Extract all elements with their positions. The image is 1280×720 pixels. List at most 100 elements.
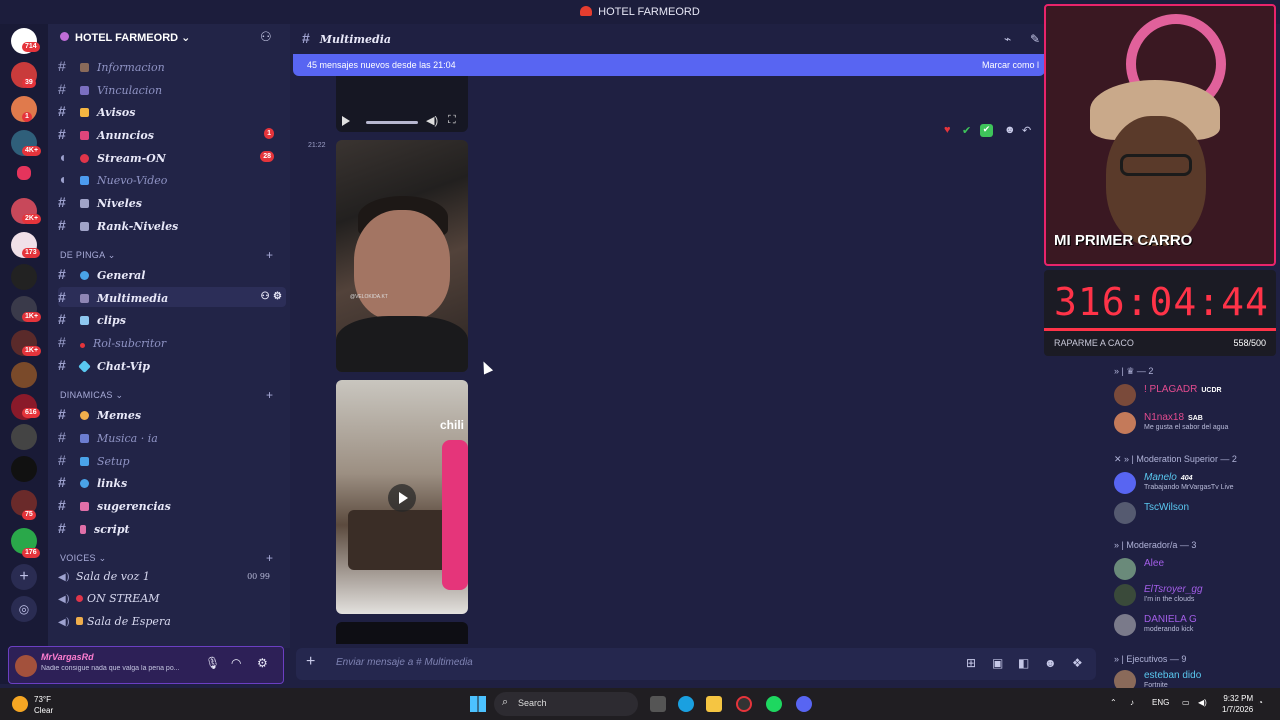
voice-channel-sala-de-voz-1[interactable]: ◀) Sala de voz 1 00 99 — [58, 567, 286, 587]
member-item[interactable]: N1nax18 SAB Me gusta el sabor del agua — [1114, 410, 1274, 438]
server-icon[interactable] — [11, 264, 37, 290]
channel-rank-niveles[interactable]: # Rank-Niveles — [58, 215, 286, 235]
notification-bell-icon[interactable]: ◔ — [1258, 698, 1263, 707]
member-item[interactable]: TscWilson — [1114, 500, 1274, 528]
server-icon[interactable] — [11, 424, 37, 450]
add-reaction-icon[interactable]: ☻ — [1004, 124, 1017, 137]
heart-reaction-icon[interactable]: ♥ — [944, 124, 957, 137]
server-icon[interactable] — [17, 166, 31, 180]
threads-icon[interactable]: ⌁ — [1004, 32, 1011, 46]
mark-as-read-button[interactable]: Marcar como l — [982, 54, 1039, 76]
video-thumbnail[interactable]: chili — [336, 380, 468, 614]
video-attachment[interactable]: ◀) ⛶ — [336, 76, 468, 132]
check-reaction-icon[interactable]: ✔ — [962, 124, 975, 137]
diamond-icon — [78, 360, 91, 373]
new-messages-bar[interactable]: 45 mensajes nuevos desde las 21:04 Marca… — [293, 54, 1045, 76]
channel-anuncios[interactable]: # Anuncios 1 — [58, 124, 286, 144]
channel-niveles[interactable]: # Niveles — [58, 192, 286, 212]
weather-widget[interactable]: 73°F Clear — [34, 694, 53, 716]
new-messages-text: 45 mensajes nuevos desde las 21:04 — [307, 60, 456, 70]
gift-icon[interactable]: ⊞ — [966, 656, 976, 670]
fullscreen-icon[interactable]: ⛶ — [448, 114, 456, 127]
member-item[interactable]: ElTsroyer_gg I'm in the clouds — [1114, 582, 1274, 610]
apps-icon[interactable]: ❖ — [1072, 656, 1083, 670]
server-list: 714 39 1 4K+ 2K+ 173 1K+ 1K+ 616 75 176 … — [0, 24, 48, 684]
server-icon[interactable] — [11, 362, 37, 388]
language-indicator[interactable]: ENG — [1152, 698, 1169, 707]
message-composer[interactable]: + Enviar mensaje a # Multimedia ⊞ ▣ ◧ ☻ … — [296, 648, 1096, 680]
channel-vinculacion[interactable]: # Vinculacion — [58, 79, 286, 99]
headphones-icon[interactable]: ◠ — [231, 656, 241, 670]
play-button-icon[interactable] — [388, 484, 416, 512]
channel-memes[interactable]: # Memes — [58, 404, 286, 424]
video-thumbnail[interactable] — [336, 622, 468, 644]
windows-start-icon[interactable] — [470, 696, 486, 712]
sticker-icon[interactable]: ◧ — [1018, 656, 1029, 670]
weather-sun-icon[interactable] — [12, 696, 28, 712]
member-item[interactable]: Alee — [1114, 556, 1274, 584]
add-channel-icon[interactable]: + — [266, 551, 273, 565]
guild-name-button[interactable]: HOTEL FARMEORD ⌄ — [60, 31, 190, 44]
taskbar-search[interactable]: ⌕ Search — [494, 692, 638, 716]
channel-multimedia[interactable]: # Multimedia ⚇ ⚙ — [58, 287, 286, 307]
server-icon[interactable] — [11, 456, 37, 482]
channel-rol-subcritor[interactable]: # Rol-subcritor — [58, 332, 286, 352]
channel-settings-icon[interactable]: ⚇ ⚙ — [261, 287, 282, 307]
category-voices[interactable]: VOICES ⌄ + — [60, 551, 273, 565]
channel-setup[interactable]: # Setup — [58, 450, 286, 470]
member-item[interactable]: Manelo 404 Trabajando MrVargasTv Live — [1114, 470, 1274, 498]
reply-icon[interactable]: ↶ — [1022, 124, 1035, 137]
channel-nuevo-video[interactable]: ◖ Nuevo-Video — [58, 169, 286, 189]
add-server-icon[interactable]: + — [11, 564, 37, 590]
member-item[interactable]: ! PLAGADR UCDR — [1114, 382, 1274, 410]
user-panel: MrVargasRd Nadie consigue nada que valga… — [8, 646, 284, 684]
task-view-icon[interactable] — [650, 696, 666, 712]
invite-user-icon[interactable]: ⚇ — [260, 29, 272, 45]
channel-avisos[interactable]: # Avisos — [58, 101, 286, 121]
tray-chevron-icon[interactable]: ⌃ — [1110, 698, 1117, 707]
tray-mic-icon[interactable]: ♪ — [1130, 698, 1134, 707]
channel-script[interactable]: # script — [58, 518, 286, 538]
settings-gear-icon[interactable]: ⚙ — [257, 656, 268, 670]
channel-general[interactable]: # General — [58, 264, 286, 284]
system-clock[interactable]: 9:32 PM 1/7/2026 — [1222, 693, 1253, 715]
add-channel-icon[interactable]: + — [266, 388, 273, 402]
message-input[interactable]: Enviar mensaje a # Multimedia — [336, 657, 473, 668]
discord-icon[interactable] — [796, 696, 812, 712]
category-de-pinga[interactable]: DE PINGA ⌄ + — [60, 248, 273, 262]
avatar[interactable] — [15, 655, 37, 677]
channel-sugerencias[interactable]: # sugerencias — [58, 495, 286, 515]
member-item[interactable]: DANIELA G moderando kick — [1114, 612, 1274, 640]
checkbox-reaction-icon[interactable]: ✔ — [980, 124, 993, 137]
voice-channel-label: Sala de Espera — [87, 615, 171, 628]
emoji-icon[interactable]: ☻ — [1044, 656, 1057, 670]
volume-icon[interactable]: ◀) — [426, 114, 438, 127]
pin-icon[interactable]: ✎ — [1030, 32, 1040, 46]
voice-channel-sala-de-espera[interactable]: ◀) Sala de Espera — [58, 612, 286, 632]
channel-musica-ia[interactable]: # Musica · ia — [58, 427, 286, 447]
add-channel-icon[interactable]: + — [266, 248, 273, 262]
attach-plus-icon[interactable]: + — [306, 653, 315, 671]
voice-channel-on-stream[interactable]: ◀) ON STREAM — [58, 589, 286, 609]
channel-clips[interactable]: # clips — [58, 309, 286, 329]
channel-chat-vip[interactable]: # Chat-Vip — [58, 355, 286, 375]
member-name: esteban dido — [1144, 670, 1201, 681]
discover-icon[interactable]: ◎ — [11, 596, 37, 622]
channel-label: clips — [97, 314, 126, 327]
channel-links[interactable]: # links — [58, 472, 286, 492]
channel-informacion[interactable]: # Informacion — [58, 56, 286, 76]
obs-icon[interactable] — [736, 696, 752, 712]
volume-icon[interactable]: ◀) — [1198, 698, 1207, 707]
spotify-icon[interactable] — [766, 696, 782, 712]
network-icon[interactable]: ▭ — [1182, 698, 1190, 707]
volume-slider[interactable] — [366, 121, 418, 124]
video-thumbnail[interactable]: @VELOKIDA.KT — [336, 140, 468, 372]
edge-icon[interactable] — [678, 696, 694, 712]
microphone-icon[interactable]: 🎙︎ — [205, 656, 220, 670]
channel-stream-on[interactable]: ◖ Stream-ON 28 — [58, 147, 286, 167]
gif-icon[interactable]: ▣ — [992, 656, 1003, 670]
category-dinamicas[interactable]: DINAMICAS ⌄ + — [60, 388, 273, 402]
play-icon[interactable] — [342, 116, 350, 126]
file-explorer-icon[interactable] — [706, 696, 722, 712]
thumbnail-couch — [348, 510, 448, 570]
